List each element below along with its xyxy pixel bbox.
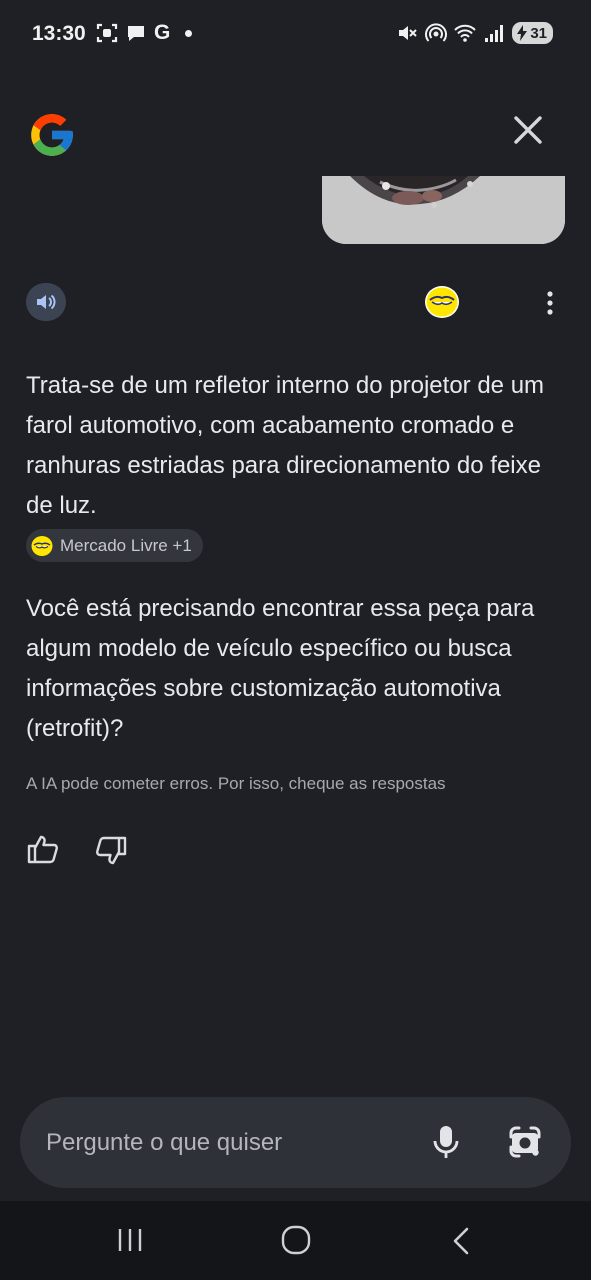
source-chip-label: Mercado Livre +1 <box>60 535 192 555</box>
prompt-input[interactable]: Pergunte o que quiser <box>46 1129 282 1157</box>
response-paragraph-2: Você está precisando encontrar essa peça… <box>26 595 535 742</box>
thumbs-up-icon[interactable] <box>26 832 60 866</box>
prompt-input-bar[interactable]: Pergunte o que quiser <box>20 1097 571 1188</box>
source-chip[interactable]: Mercado Livre +1 <box>26 529 203 562</box>
battery-level: 31 <box>530 24 547 42</box>
chat-bubble-icon <box>128 26 144 41</box>
google-status-icon: G <box>154 21 171 44</box>
google-g-icon <box>31 114 73 156</box>
home-icon[interactable] <box>281 1225 311 1255</box>
mute-icon <box>399 26 418 40</box>
microphone-icon[interactable] <box>430 1124 462 1160</box>
response-paragraph-1: Trata-se de um refletor interno do proje… <box>26 372 545 519</box>
system-nav-bar <box>0 1201 591 1280</box>
headlight-reflector-image <box>322 176 565 244</box>
recent-apps-icon[interactable] <box>116 1227 144 1253</box>
ai-disclaimer: A IA pode cometer erros. Por isso, chequ… <box>26 774 446 793</box>
back-icon[interactable] <box>450 1226 472 1256</box>
mercado-livre-chip-icon <box>31 535 53 556</box>
notification-dot <box>185 29 193 37</box>
read-aloud-button[interactable] <box>26 283 66 321</box>
status-bar: 13:30 G 31 <box>0 0 591 70</box>
charging-bolt-icon <box>517 25 528 41</box>
thumbs-down-icon[interactable] <box>94 834 128 868</box>
battery-indicator: 31 <box>512 22 553 44</box>
hotspot-icon <box>425 23 448 42</box>
status-right-icons: 31 <box>396 22 553 44</box>
screenshot-icon <box>96 23 118 43</box>
wifi-icon <box>454 24 477 42</box>
status-time: 13:30 <box>32 22 86 45</box>
more-options-icon[interactable] <box>538 287 562 319</box>
status-left-icons: G <box>96 21 193 44</box>
speaker-icon <box>37 294 56 310</box>
mercado-livre-logo-icon[interactable] <box>424 285 460 319</box>
uploaded-image-thumbnail[interactable] <box>322 176 565 244</box>
google-lens-icon[interactable] <box>507 1124 543 1160</box>
close-icon[interactable] <box>510 112 546 148</box>
signal-icon <box>485 25 504 42</box>
